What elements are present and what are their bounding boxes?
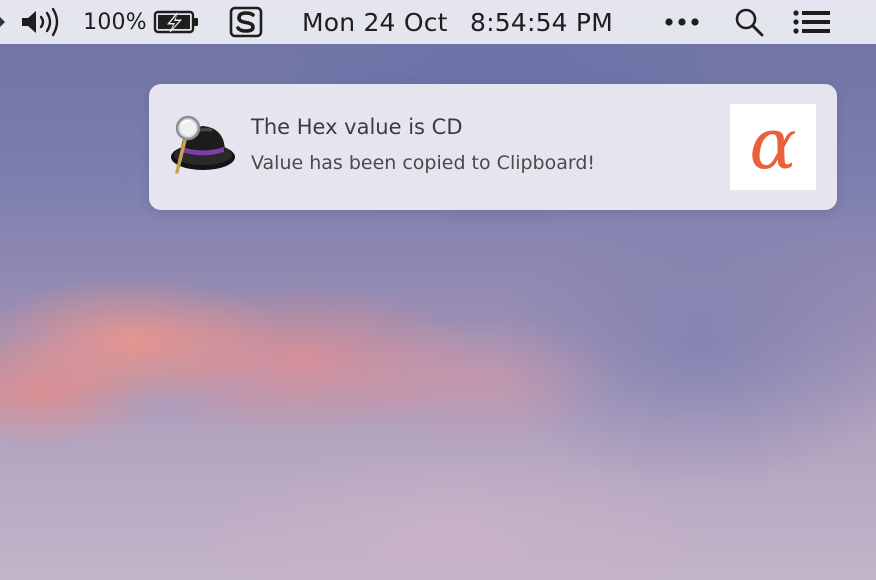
notification-content-image: α <box>730 104 816 190</box>
battery-menu[interactable]: 100% <box>83 0 147 44</box>
notification-banner[interactable]: The Hex value is CD Value has been copie… <box>149 84 837 210</box>
notification-title: The Hex value is CD <box>251 115 463 139</box>
volume-menu[interactable] <box>20 0 64 44</box>
spotlight-search-button[interactable] <box>732 0 766 44</box>
menu-bar: 100% Mon 24 Oct 8:54:54 PM <box>0 0 876 44</box>
battery-status[interactable] <box>152 0 202 44</box>
alfred-hat-icon <box>167 114 237 178</box>
notification-body: Value has been copied to Clipboard! <box>251 152 596 174</box>
battery-charging-icon <box>153 10 198 34</box>
ellipsis-icon <box>665 18 699 26</box>
menubar-time: 8:54:54 PM <box>470 7 613 37</box>
menubar-date: Mon 24 Oct <box>302 7 448 37</box>
clipped-menu-item[interactable] <box>0 0 6 44</box>
date-display[interactable]: Mon 24 Oct <box>302 0 458 44</box>
search-icon <box>735 8 764 37</box>
clock-display[interactable]: 8:54:54 PM <box>470 0 630 44</box>
battery-percent: 100% <box>83 9 147 35</box>
alpha-icon: α <box>749 103 797 185</box>
more-menu[interactable] <box>664 0 700 44</box>
chevron-down-icon <box>0 17 5 27</box>
notification-center-button[interactable] <box>792 0 832 44</box>
speaker-volume-icon <box>22 7 59 37</box>
s-app-menu[interactable] <box>228 0 264 44</box>
list-icon <box>793 10 830 34</box>
s-app-icon <box>229 6 263 38</box>
